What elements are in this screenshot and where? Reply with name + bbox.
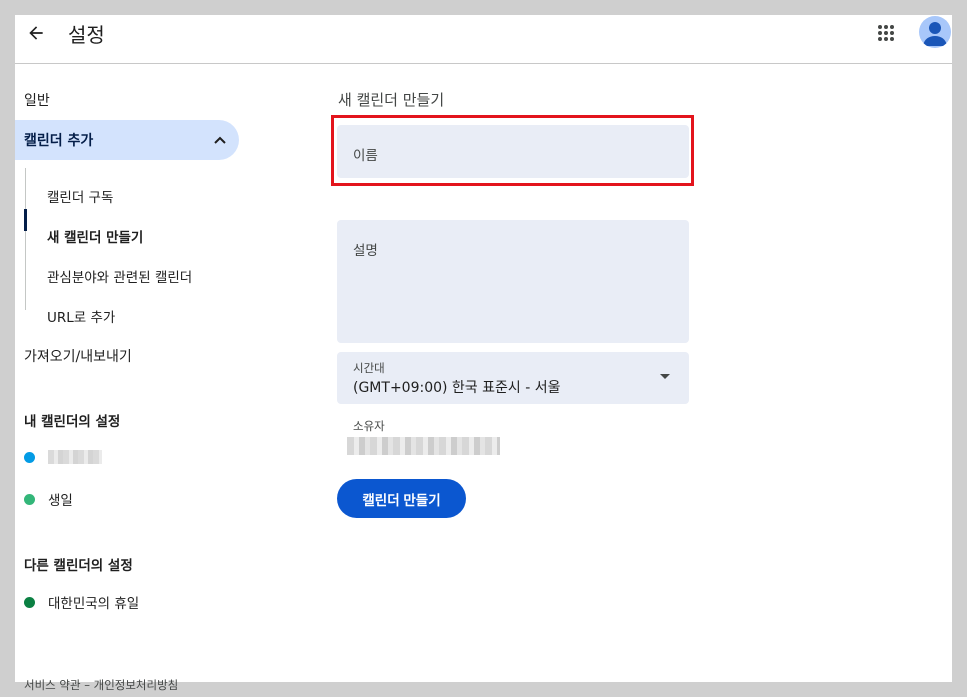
sub-menu-guide	[25, 168, 26, 310]
apps-button[interactable]	[873, 20, 899, 46]
chevron-up-icon	[214, 136, 226, 144]
apps-grid-icon	[878, 25, 894, 41]
sidebar-item-interesting-calendars[interactable]: 관심분야와 관련된 캘린더	[47, 266, 192, 286]
account-avatar-icon	[923, 22, 947, 46]
timezone-label: 시간대	[353, 361, 385, 375]
back-button[interactable]	[23, 20, 49, 46]
highlight-annotation	[331, 115, 694, 186]
owner-label: 소유자	[353, 419, 385, 433]
redacted-owner-email	[347, 437, 500, 455]
sidebar-item-import-export[interactable]: 가져오기/내보내기	[24, 346, 132, 366]
sidebar-item-general[interactable]: 일반	[24, 90, 50, 110]
app-header: 설정	[15, 15, 952, 64]
my-calendar-item-birthdays[interactable]: 생일	[24, 489, 73, 509]
calendar-color-dot	[24, 493, 35, 505]
my-calendars-heading: 내 캘린더의 설정	[24, 414, 121, 430]
sidebar-item-add-by-url[interactable]: URL로 추가	[47, 306, 115, 326]
calendar-name: 대한민국의 휴일	[48, 596, 140, 612]
account-avatar[interactable]	[919, 16, 951, 48]
arrow-left-icon	[29, 26, 43, 40]
settings-window: 설정 일반 캘린더 추가 캘린더 구독 새 캘린더 만들기 관심분야와 관련된 …	[15, 15, 952, 682]
calendar-description-input[interactable]: 설명	[337, 220, 689, 343]
page-title: 설정	[68, 23, 105, 47]
sidebar-item-create-calendar[interactable]: 새 캘린더 만들기	[47, 226, 143, 246]
footer-links[interactable]: 서비스 약관 – 개인정보처리방침	[24, 677, 178, 693]
active-indicator	[24, 209, 27, 231]
sidebar-item-label: 캘린더 추가	[24, 133, 94, 149]
calendar-color-dot	[24, 596, 35, 608]
other-calendar-item-holidays[interactable]: 대한민국의 휴일	[24, 592, 139, 612]
dropdown-arrow-icon	[660, 374, 670, 379]
calendar-color-dot	[24, 451, 35, 463]
create-calendar-button[interactable]: 캘린더 만들기	[337, 479, 466, 518]
settings-sidebar: 일반 캘린더 추가 캘린더 구독 새 캘린더 만들기 관심분야와 관련된 캘린더…	[15, 64, 255, 682]
timezone-select[interactable]: 시간대 (GMT+09:00) 한국 표준시 - 서울	[337, 352, 689, 404]
create-calendar-title: 새 캘린더 만들기	[338, 91, 445, 109]
calendar-name: 생일	[48, 493, 73, 509]
description-placeholder: 설명	[353, 243, 378, 259]
timezone-value: (GMT+09:00) 한국 표준시 - 서울	[353, 380, 561, 396]
sidebar-item-subscribe-calendar[interactable]: 캘린더 구독	[47, 186, 113, 206]
sidebar-item-add-calendar[interactable]: 캘린더 추가	[15, 120, 239, 160]
my-calendar-item[interactable]	[24, 447, 102, 467]
other-calendars-heading: 다른 캘린더의 설정	[24, 558, 133, 574]
redacted-calendar-name	[48, 450, 102, 464]
